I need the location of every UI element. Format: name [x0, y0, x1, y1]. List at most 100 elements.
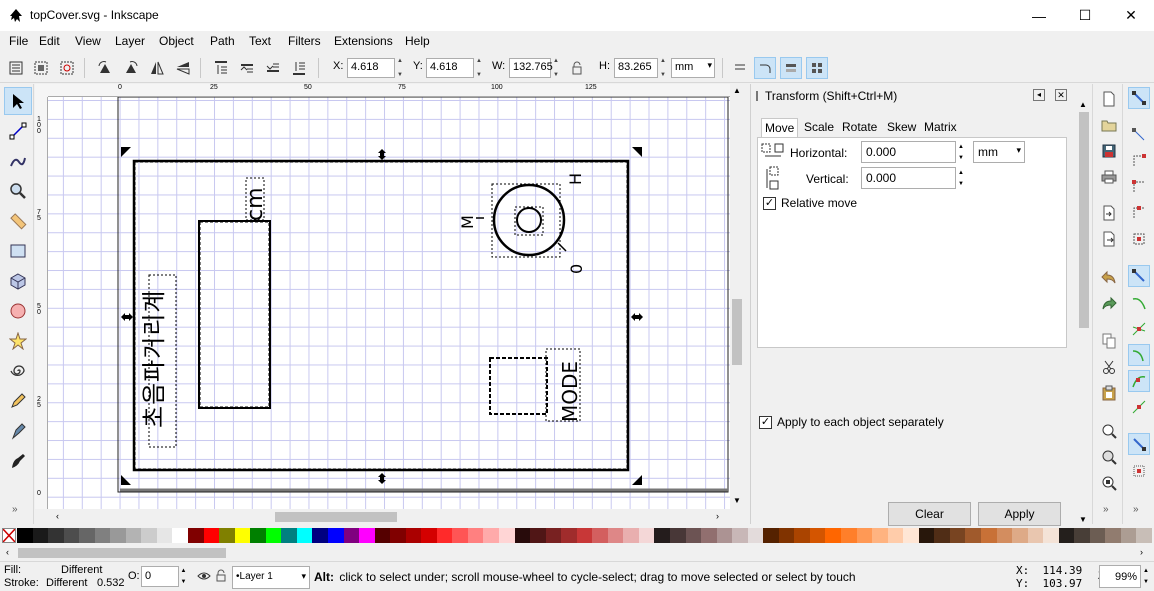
color-swatch[interactable] — [374, 528, 391, 543]
fill-indicator[interactable]: Different — [61, 564, 102, 576]
x-field[interactable]: 4.618 — [347, 58, 395, 78]
color-swatch[interactable] — [592, 528, 609, 543]
color-swatch[interactable] — [530, 528, 547, 543]
snap-bbox-edge-icon[interactable] — [1128, 150, 1150, 172]
color-swatch[interactable] — [778, 528, 795, 543]
color-swatch[interactable] — [654, 528, 671, 543]
color-swatch[interactable] — [685, 528, 702, 543]
color-swatch[interactable] — [17, 528, 33, 543]
color-swatch[interactable] — [1043, 528, 1060, 543]
select-all-icon[interactable] — [5, 57, 27, 79]
close-button[interactable]: ✕ — [1108, 0, 1154, 31]
color-swatch[interactable] — [327, 528, 344, 543]
horizontal-spinner[interactable]: ▲ ▼ — [956, 141, 966, 163]
3d-box-tool-icon[interactable] — [4, 267, 32, 295]
color-swatch[interactable] — [32, 528, 49, 543]
color-swatch[interactable] — [498, 528, 515, 543]
rotate-ccw-icon[interactable] — [94, 57, 116, 79]
color-swatch[interactable] — [188, 528, 205, 543]
color-swatch[interactable] — [1012, 528, 1029, 543]
color-swatch[interactable] — [747, 528, 764, 543]
measure-tool-icon[interactable] — [4, 207, 32, 235]
color-swatch[interactable] — [856, 528, 873, 543]
menu-path[interactable]: Path — [210, 34, 235, 48]
color-swatch[interactable] — [1120, 528, 1137, 543]
snap-bbox-midpoint-icon[interactable] — [1128, 202, 1150, 224]
menu-view[interactable]: View — [75, 34, 101, 48]
snap-path-icon[interactable] — [1128, 292, 1150, 314]
color-swatch[interactable] — [1136, 528, 1153, 543]
color-swatch[interactable] — [763, 528, 780, 543]
opacity-field[interactable]: 0 — [141, 566, 179, 587]
x-spinner[interactable]: ▲ ▼ — [395, 58, 405, 78]
pencil-tool-icon[interactable] — [4, 387, 32, 415]
color-swatch[interactable] — [265, 528, 282, 543]
tab-scale[interactable]: Scale — [801, 118, 837, 138]
menu-file[interactable]: File — [9, 34, 28, 48]
color-swatch[interactable] — [312, 528, 329, 543]
horizontal-ruler[interactable]: 0 25 50 75 100 125 — [48, 84, 730, 97]
dock-scrollbar[interactable]: ▲ ▼ — [1077, 100, 1091, 524]
spiral-tool-icon[interactable] — [4, 357, 32, 385]
color-swatch[interactable] — [110, 528, 127, 543]
color-swatch[interactable] — [281, 528, 298, 543]
color-swatch[interactable] — [949, 528, 966, 543]
save-icon[interactable] — [1098, 140, 1120, 162]
color-swatch[interactable] — [918, 528, 935, 543]
raise-icon[interactable] — [236, 57, 258, 79]
color-swatch[interactable] — [405, 528, 422, 543]
snap-others-icon[interactable] — [1128, 433, 1150, 455]
w-field[interactable]: 132.765 — [509, 58, 553, 78]
open-icon[interactable] — [1098, 114, 1120, 136]
apply-each-checkbox[interactable]: ✓ — [759, 416, 772, 429]
color-swatch[interactable] — [141, 528, 158, 543]
new-document-icon[interactable] — [1098, 88, 1120, 110]
vertical-spinner[interactable]: ▲ ▼ — [956, 167, 966, 189]
undo-icon[interactable] — [1098, 266, 1120, 288]
stroke-indicator[interactable]: Different — [46, 577, 87, 589]
opacity-spinner[interactable]: ▲ ▼ — [179, 566, 188, 587]
color-swatch[interactable] — [887, 528, 904, 543]
tweak-tool-icon[interactable] — [4, 147, 32, 175]
color-swatch[interactable] — [1074, 528, 1091, 543]
tab-skew[interactable]: Skew — [884, 118, 919, 138]
color-swatch[interactable] — [701, 528, 718, 543]
palette-scrollbar[interactable]: ‹ › — [0, 545, 1154, 561]
relative-move-checkbox[interactable]: ✓ — [763, 197, 776, 210]
rotate-cw-icon[interactable] — [120, 57, 142, 79]
color-swatch[interactable] — [732, 528, 749, 543]
color-swatch[interactable] — [250, 528, 267, 543]
node-tool-icon[interactable] — [4, 117, 32, 145]
drawing-canvas[interactable]: 초음파거리계 cm MODE M H 0 — [48, 97, 730, 509]
snap-cusp-icon[interactable] — [1128, 344, 1150, 366]
color-swatch[interactable] — [172, 528, 189, 543]
zoom-tool-icon[interactable] — [4, 177, 32, 205]
panel-iconify-button[interactable]: ◂ — [1033, 89, 1045, 101]
layer-select[interactable]: •Layer 1 ▾ — [232, 566, 310, 589]
color-swatch[interactable] — [576, 528, 593, 543]
canvas-horizontal-scrollbar[interactable]: ‹ › — [48, 509, 730, 525]
snap-bbox-icon[interactable] — [1128, 124, 1150, 146]
select-all-layers-icon[interactable] — [30, 57, 52, 79]
move-gradients-icon[interactable] — [780, 57, 802, 79]
zoom-drawing-icon[interactable] — [1098, 446, 1120, 468]
color-swatch[interactable] — [467, 528, 484, 543]
zoom-spinner[interactable]: ▲ ▼ — [1141, 565, 1151, 588]
redo-icon[interactable] — [1098, 292, 1120, 314]
copy-icon[interactable] — [1098, 330, 1120, 352]
unit-select[interactable]: mm ▾ — [671, 58, 715, 78]
import-icon[interactable] — [1098, 202, 1120, 224]
color-swatch[interactable] — [1058, 528, 1075, 543]
color-swatch[interactable] — [809, 528, 826, 543]
color-swatch[interactable] — [94, 528, 111, 543]
color-swatch[interactable] — [63, 528, 80, 543]
color-swatch[interactable] — [1089, 528, 1106, 543]
color-swatch[interactable] — [219, 528, 236, 543]
color-swatch[interactable] — [48, 528, 65, 543]
color-swatch[interactable] — [514, 528, 531, 543]
snap-center-icon[interactable] — [1128, 460, 1150, 482]
color-swatch[interactable] — [125, 528, 142, 543]
menu-filters[interactable]: Filters — [288, 34, 321, 48]
color-swatch[interactable] — [421, 528, 438, 543]
tab-move[interactable]: Move — [761, 118, 799, 138]
